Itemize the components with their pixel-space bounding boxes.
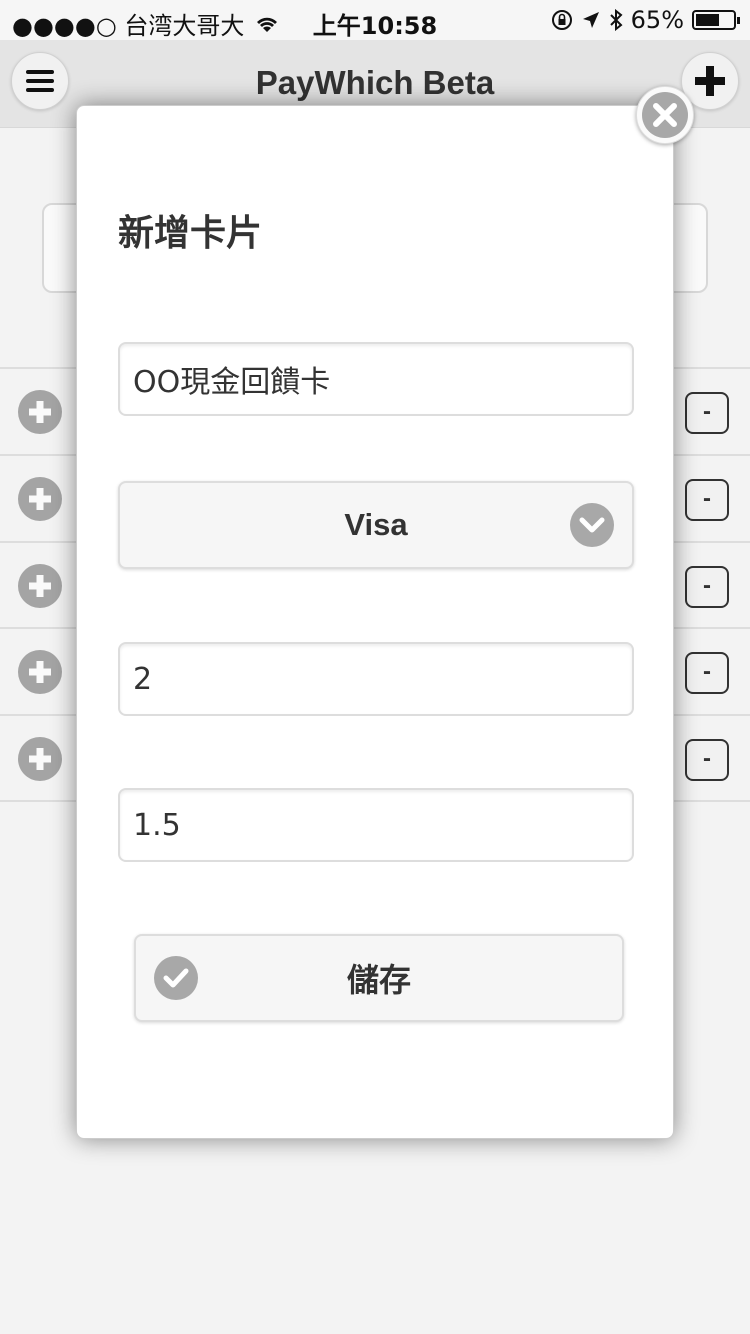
location-arrow-icon: [582, 12, 599, 28]
bluetooth-icon: [609, 9, 623, 31]
chevron-down-icon: [570, 503, 614, 547]
save-button[interactable]: 儲存: [134, 934, 624, 1022]
close-icon: [642, 92, 688, 138]
battery-percent: 65%: [630, 6, 684, 34]
dialog-title: 新增卡片: [118, 213, 263, 254]
status-bar: ●●●●○ 台湾大哥大 上午10:58 65%: [0, 0, 750, 40]
reward-rate-input[interactable]: 2: [118, 642, 634, 716]
close-dialog-button[interactable]: [636, 86, 694, 144]
rotation-lock-icon: [551, 10, 572, 30]
card-name-input[interactable]: OO現金回饋卡: [118, 342, 634, 416]
add-card-dialog: 新增卡片 OO現金回饋卡 Visa 2 1.5 儲存: [76, 105, 674, 1139]
check-icon: [154, 956, 198, 1000]
battery-icon: [692, 10, 740, 30]
battery-level: [696, 14, 720, 26]
secondary-rate-input[interactable]: 1.5: [118, 788, 634, 862]
card-type-select[interactable]: Visa: [118, 481, 634, 569]
card-type-value: Visa: [344, 507, 408, 542]
save-label: 儲存: [346, 961, 411, 999]
